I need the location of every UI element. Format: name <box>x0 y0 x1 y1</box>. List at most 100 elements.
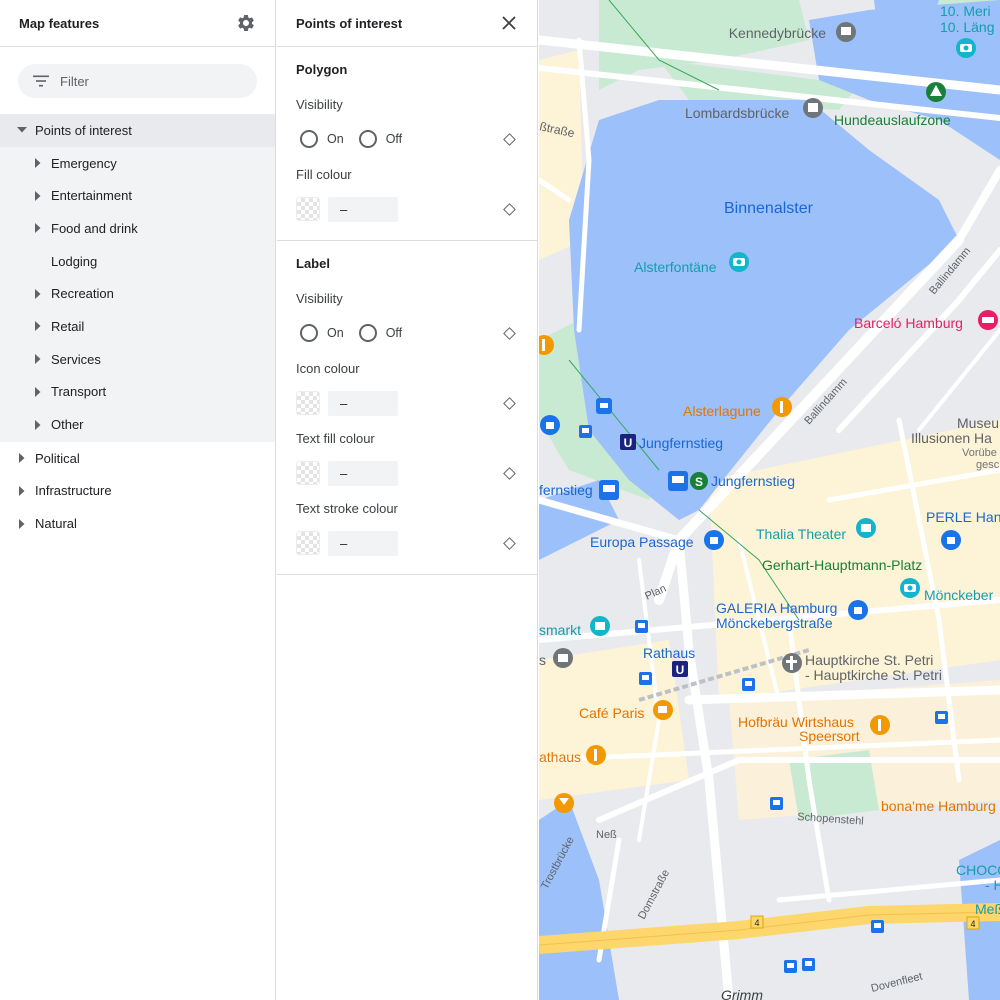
filter-input[interactable] <box>60 73 230 89</box>
tree-item-label: Other <box>51 417 84 433</box>
tree-item-lodging[interactable]: Lodging <box>0 245 275 278</box>
map-label-merian: 10. Läng <box>940 19 995 35</box>
tree-item-label: Retail <box>51 318 85 334</box>
color-swatch[interactable] <box>296 391 320 415</box>
bus-stop-icon[interactable] <box>871 920 884 933</box>
bus-stop-icon[interactable] <box>770 797 783 810</box>
hofbraeu-restaurant-icon[interactable] <box>870 715 890 735</box>
map-label-petri: Hauptkirche St. Petri <box>805 652 933 668</box>
radio-circle[interactable] <box>358 130 377 148</box>
tree-item-transport[interactable]: Transport <box>0 376 275 409</box>
restaurant-icon[interactable] <box>586 745 606 765</box>
caret-right-icon <box>32 158 43 169</box>
tree-item-infrastructure[interactable]: Infrastructure <box>0 475 275 508</box>
radio-on[interactable]: On <box>296 130 344 148</box>
tree-item-entertainment[interactable]: Entertainment <box>0 179 275 212</box>
map-label-jungfernstieg-left: fernstieg <box>539 482 593 498</box>
tree-item-retail[interactable]: Retail <box>0 310 275 343</box>
color-swatch[interactable] <box>296 197 320 221</box>
radio-circle[interactable] <box>300 324 318 342</box>
map-label-s: s <box>539 652 546 668</box>
alsterlagune-restaurant-icon[interactable] <box>772 397 792 417</box>
polygon-visibility-row: On Off <box>296 116 518 162</box>
fill-colour-label: Fill colour <box>296 166 352 182</box>
tree-item-points-of-interest[interactable]: Points of interest <box>0 114 275 147</box>
color-value-field[interactable]: – <box>328 460 398 486</box>
radio-circle[interactable] <box>358 324 377 342</box>
tree-item-recreation[interactable]: Recreation <box>0 277 275 310</box>
radio-circle[interactable] <box>300 130 318 148</box>
bus-stop-icon[interactable] <box>579 425 592 438</box>
polygon-section: Polygon Visibility On Off Fill colour – <box>277 47 537 241</box>
sbahn-icon[interactable]: S <box>690 472 708 490</box>
map-label-alsterlagune: Alsterlagune <box>683 403 761 419</box>
gerhart-camera-icon[interactable] <box>900 578 920 598</box>
visibility-label: Visibility <box>296 96 343 112</box>
radio-off-label: Off <box>385 132 403 146</box>
diamond-icon[interactable] <box>503 326 516 340</box>
bus-stop-icon[interactable] <box>742 678 755 691</box>
tree-item-natural[interactable]: Natural <box>0 507 275 540</box>
color-value-field[interactable]: – <box>328 196 398 222</box>
map-label-cafe-paris: Café Paris <box>579 705 644 721</box>
close-icon[interactable] <box>498 12 520 34</box>
tree-group-points-of-interest: Points of interest Emergency Entertainme… <box>0 114 275 442</box>
merian-camera-icon[interactable] <box>956 38 976 58</box>
museum-icon[interactable] <box>553 648 573 668</box>
bus-stop-icon[interactable] <box>802 958 815 971</box>
landmark-icon[interactable] <box>590 616 610 636</box>
caret-right-icon <box>32 223 43 234</box>
bus-stop-icon[interactable] <box>935 711 948 724</box>
park-tree-icon[interactable] <box>926 82 946 102</box>
church-icon[interactable] <box>782 653 802 673</box>
tree-item-food-and-drink[interactable]: Food and drink <box>0 212 275 245</box>
tree-item-label: Food and drink <box>51 220 138 236</box>
ubahn-icon[interactable]: U <box>620 434 636 450</box>
map-label-jungfernstieg-s: Jungfernstieg <box>711 473 795 489</box>
bus-stop-icon[interactable] <box>639 672 652 685</box>
color-swatch[interactable] <box>296 531 320 555</box>
map-canvas[interactable]: U S U Kennedybrücke 10. Meri 10. Läng Lo… <box>539 0 1000 1000</box>
bus-station-icon[interactable] <box>668 471 688 491</box>
diamond-icon[interactable] <box>503 466 516 480</box>
thalia-theater-icon[interactable] <box>856 518 876 538</box>
barcelo-hotel-icon[interactable] <box>978 310 998 330</box>
galeria-shopping-icon[interactable] <box>848 600 868 620</box>
kennedy-poi-icon[interactable] <box>836 22 856 42</box>
radio-on-label: On <box>327 132 344 146</box>
tree-item-other[interactable]: Other <box>0 408 275 441</box>
radio-on[interactable]: On <box>296 324 344 342</box>
perle-shopping-icon[interactable] <box>941 530 961 550</box>
cafe-icon[interactable] <box>653 700 673 720</box>
radio-off[interactable]: Off <box>355 130 402 148</box>
diamond-icon[interactable] <box>503 536 516 550</box>
shopping-icon[interactable] <box>540 415 560 435</box>
bus-stop-icon[interactable] <box>635 620 648 633</box>
caret-right-icon <box>16 485 27 496</box>
caret-right-icon <box>32 190 43 201</box>
bus-station-icon[interactable] <box>599 480 619 500</box>
tree-item-label: Services <box>51 351 101 367</box>
diamond-icon[interactable] <box>503 202 516 216</box>
diamond-icon[interactable] <box>503 132 516 146</box>
color-value-field[interactable]: – <box>328 390 398 416</box>
text-fill-colour-row: – <box>296 450 518 496</box>
lombards-poi-icon[interactable] <box>803 98 823 118</box>
tree-item-political[interactable]: Political <box>0 442 275 475</box>
filter-box[interactable] <box>18 64 257 98</box>
bar-icon[interactable] <box>554 793 574 813</box>
alsterfontaene-camera-icon[interactable] <box>729 252 749 272</box>
rathaus-ubahn-icon[interactable]: U <box>672 661 688 677</box>
tree-item-services[interactable]: Services <box>0 343 275 376</box>
bus-stop-icon[interactable] <box>784 960 797 973</box>
tree-item-emergency[interactable]: Emergency <box>0 147 275 180</box>
ferry-icon[interactable] <box>596 398 612 414</box>
gear-icon[interactable] <box>235 12 257 34</box>
color-swatch[interactable] <box>296 461 320 485</box>
europa-shopping-icon[interactable] <box>704 530 724 550</box>
map-label-galeria: Mönckebergstraße <box>716 615 833 631</box>
color-value-field[interactable]: – <box>328 530 398 556</box>
caret-right-icon <box>32 354 43 365</box>
radio-off[interactable]: Off <box>355 324 402 342</box>
diamond-icon[interactable] <box>503 396 516 410</box>
